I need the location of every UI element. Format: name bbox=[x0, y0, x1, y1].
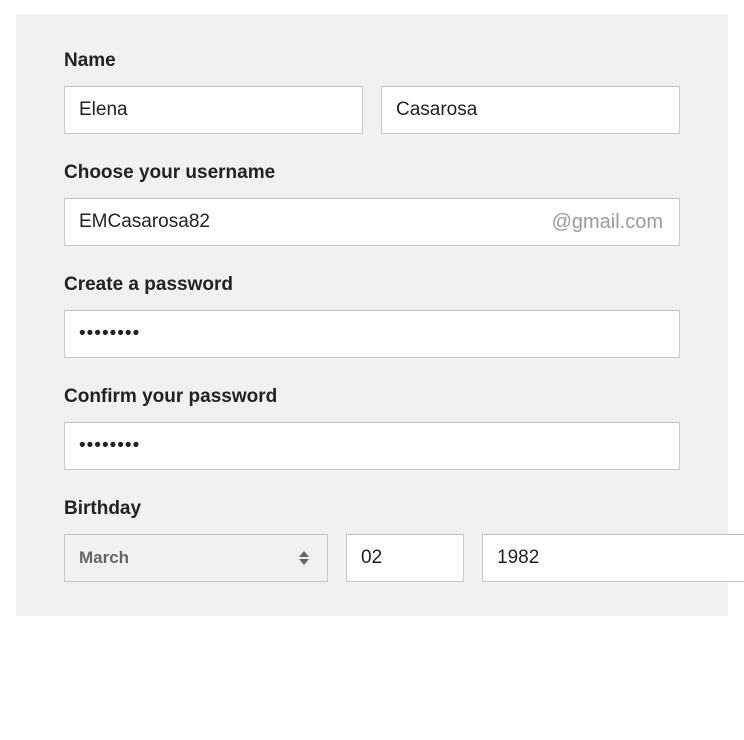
confirm-password-label: Confirm your password bbox=[64, 386, 680, 408]
day-input[interactable] bbox=[346, 534, 464, 582]
birthday-group: Birthday March bbox=[64, 498, 680, 582]
last-name-input[interactable] bbox=[381, 86, 680, 134]
password-group: Create a password bbox=[64, 274, 680, 358]
password-label: Create a password bbox=[64, 274, 680, 296]
first-name-input[interactable] bbox=[64, 86, 363, 134]
signup-form: Name Choose your username @gmail.com Cre… bbox=[16, 14, 728, 616]
username-group: Choose your username @gmail.com bbox=[64, 162, 680, 246]
name-row bbox=[64, 86, 680, 134]
confirm-password-group: Confirm your password bbox=[64, 386, 680, 470]
password-input[interactable] bbox=[64, 310, 680, 358]
birthday-label: Birthday bbox=[64, 498, 680, 520]
username-suffix: @gmail.com bbox=[552, 211, 663, 234]
name-group: Name bbox=[64, 50, 680, 134]
name-label: Name bbox=[64, 50, 680, 72]
username-label: Choose your username bbox=[64, 162, 680, 184]
confirm-password-input[interactable] bbox=[64, 422, 680, 470]
username-wrap: @gmail.com bbox=[64, 198, 680, 246]
username-input[interactable] bbox=[65, 199, 552, 245]
birthday-row: March bbox=[64, 534, 680, 582]
year-input[interactable] bbox=[482, 534, 744, 582]
month-select[interactable]: March bbox=[64, 534, 328, 582]
month-value: March bbox=[79, 548, 299, 568]
updown-icon bbox=[299, 551, 309, 565]
